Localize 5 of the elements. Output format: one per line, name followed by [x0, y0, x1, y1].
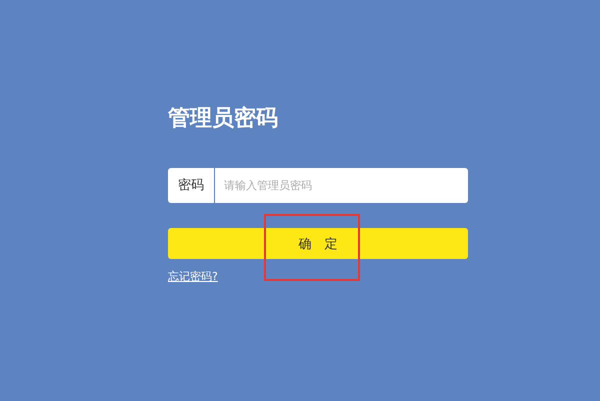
- forgot-password-link[interactable]: 忘记密码?: [168, 269, 218, 284]
- password-field[interactable]: 请输入管理员密码: [215, 168, 468, 203]
- field-label: 密码: [168, 168, 215, 203]
- page-title: 管理员密码: [168, 104, 279, 133]
- confirm-button[interactable]: 确 定: [168, 228, 468, 259]
